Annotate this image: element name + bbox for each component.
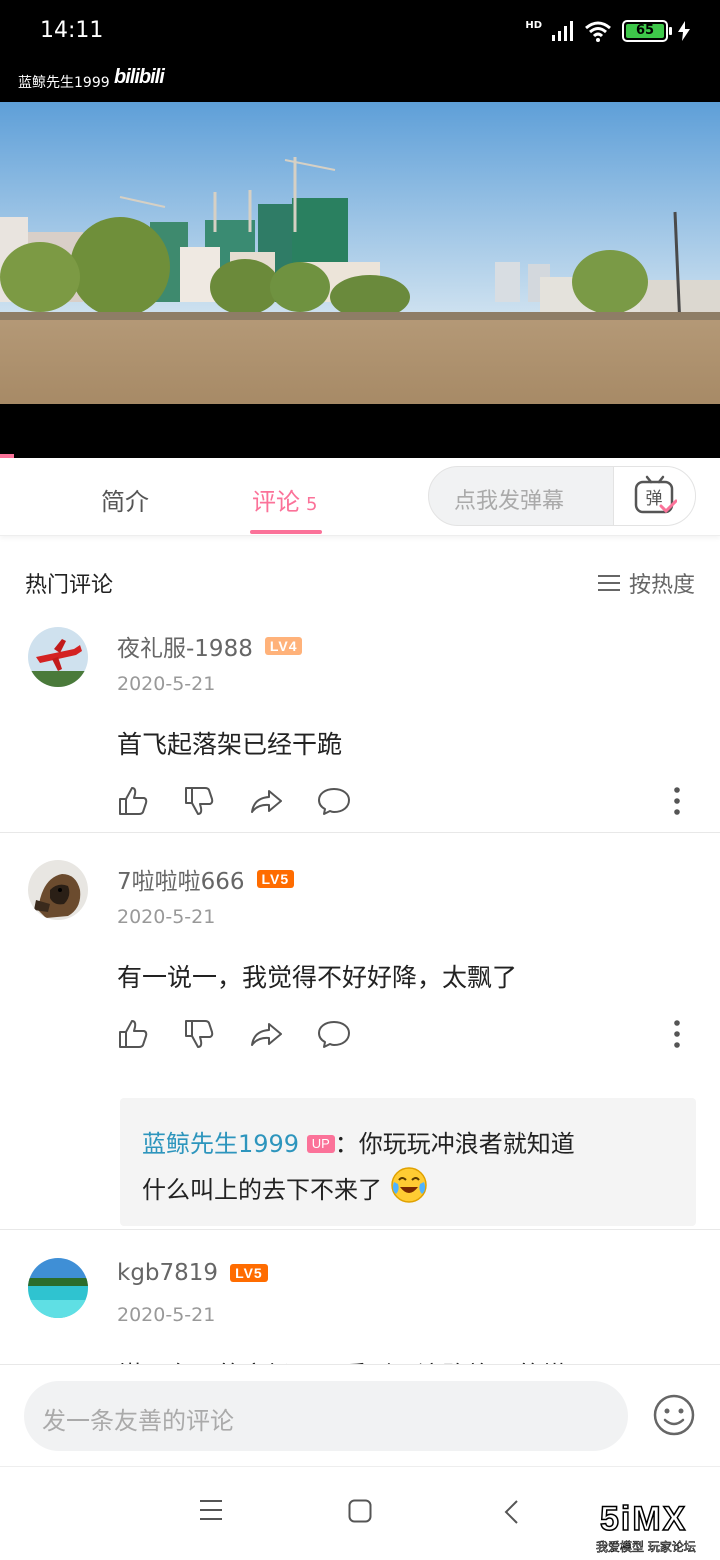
charging-icon: [678, 21, 690, 41]
comment-input-placeholder: 发一条友善的评论: [42, 1407, 234, 1435]
comment-date: 2020-5-21: [117, 673, 216, 695]
watermark-tagline: 我爱模型 玩家论坛: [596, 1540, 696, 1555]
tab-bar: 简介 评论 5 点我发弹幕 弹: [0, 458, 720, 536]
comment-username-row: 7啦啦啦666 LV5: [117, 862, 295, 896]
tab-comments[interactable]: 评论 5: [252, 482, 317, 517]
divider: [0, 1229, 720, 1230]
more-options-icon[interactable]: [674, 787, 680, 815]
comment-text: 首飞起落架已经干跪: [117, 730, 343, 759]
comment-date: 2020-5-21: [117, 1304, 216, 1326]
comment-input-bar: 发一条友善的评论: [0, 1364, 720, 1466]
sort-label: 按热度: [628, 573, 695, 598]
more-options-icon[interactable]: [674, 1020, 680, 1048]
video-player[interactable]: [0, 102, 720, 404]
comment-date: 2020-5-21: [117, 906, 216, 928]
site-watermark: 5iMX 我爱模型 玩家论坛: [596, 1499, 714, 1556]
comment-actions: [117, 785, 351, 817]
emoji-picker-icon[interactable]: [652, 1393, 696, 1437]
reply-icon[interactable]: [317, 785, 351, 817]
sort-button[interactable]: 按热度: [597, 567, 695, 599]
dislike-icon[interactable]: [183, 1018, 215, 1050]
share-icon[interactable]: [249, 1018, 283, 1050]
menu-icon[interactable]: [199, 1499, 223, 1521]
reply-preview[interactable]: 蓝鲸先生1999 UP ：你玩玩冲浪者就知道 什么叫上的去下不来了: [120, 1098, 696, 1226]
video-header: 蓝鲸先生1999 bilibili: [0, 66, 720, 102]
danmaku-placeholder: 点我发弹幕: [454, 489, 565, 514]
watermark-logo: 5iMX: [599, 1499, 688, 1539]
signal-icon: [552, 21, 573, 41]
comment-text: 煤厂东面的空场吧，看到开济路施工的塔吊: [117, 1356, 592, 1364]
avatar[interactable]: [28, 1258, 88, 1318]
share-icon[interactable]: [249, 785, 283, 817]
comment-username[interactable]: 7啦啦啦666: [117, 862, 245, 896]
danmaku-input[interactable]: 点我发弹幕 弹: [428, 466, 696, 526]
comment-username-row: kgb7819 LV5: [117, 1260, 268, 1286]
reply-username[interactable]: 蓝鲸先生1999: [142, 1130, 299, 1158]
reply-separator: ：: [334, 1130, 359, 1158]
tab-comments-label: 评论: [252, 488, 300, 516]
level-badge: LV4: [264, 637, 303, 655]
up-badge: UP: [306, 1135, 335, 1153]
comment-input[interactable]: 发一条友善的评论: [24, 1381, 628, 1451]
comment-username[interactable]: kgb7819: [117, 1260, 218, 1286]
dislike-icon[interactable]: [183, 785, 215, 817]
active-tab-indicator: [250, 530, 322, 534]
comment-text: 有一说一，我觉得不好好降，太飘了: [117, 963, 518, 992]
hot-comments-title: 热门评论: [25, 573, 114, 598]
wifi-icon: [585, 21, 611, 42]
divider: [0, 832, 720, 833]
reply-icon[interactable]: [317, 1018, 351, 1050]
back-icon[interactable]: [503, 1499, 519, 1525]
bilibili-logo: bilibili: [114, 66, 165, 88]
laugh-cry-emoji-icon: [390, 1167, 427, 1203]
comment-actions: [117, 1018, 351, 1050]
video-uploader-watermark: 蓝鲸先生1999: [18, 75, 110, 91]
comment-count: 5: [306, 494, 318, 515]
reply-text-line2: 什么叫上的去下不来了: [142, 1176, 382, 1204]
battery-level: 65: [626, 24, 664, 38]
like-icon[interactable]: [117, 785, 149, 817]
avatar[interactable]: [28, 860, 88, 920]
video-controls-area: [0, 404, 720, 458]
avatar[interactable]: [28, 627, 88, 687]
tab-intro[interactable]: 简介: [101, 482, 149, 517]
status-bar: 14:11 HD 65: [0, 0, 720, 66]
comment-username-row: 夜礼服-1988 LV4: [117, 629, 303, 663]
level-badge: LV5: [256, 870, 295, 888]
hd-indicator: HD: [525, 20, 542, 31]
home-icon[interactable]: [348, 1499, 372, 1523]
danmaku-icon: 弹: [634, 475, 677, 514]
status-icons: HD 65: [525, 20, 690, 42]
comment-item: kgb7819 LV5 2020-5-21 煤厂东面的空场吧，看到开济路施工的塔…: [0, 1258, 720, 1364]
beach-avatar-image: [28, 1258, 88, 1318]
level-badge: LV5: [230, 1264, 268, 1282]
battery-indicator: 65: [622, 20, 672, 42]
like-icon[interactable]: [117, 1018, 149, 1050]
sort-list-icon: [597, 575, 620, 591]
danmaku-toggle-button[interactable]: 弹: [613, 467, 695, 525]
video-frame: [0, 102, 720, 404]
airplane-avatar-image: [28, 627, 88, 687]
dog-avatar-image: [28, 860, 88, 920]
comment-username[interactable]: 夜礼服-1988: [117, 629, 253, 663]
reply-text-line1: 你玩玩冲浪者就知道: [358, 1130, 575, 1158]
status-time: 14:11: [40, 18, 104, 43]
